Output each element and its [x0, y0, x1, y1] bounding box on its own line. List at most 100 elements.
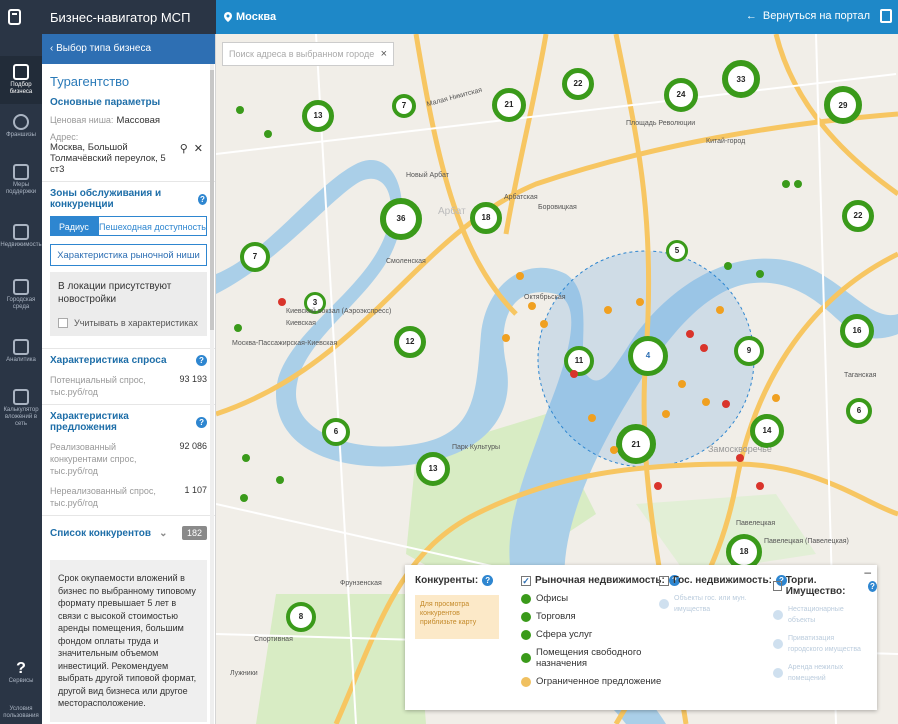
competitor-pin[interactable]: [570, 370, 578, 378]
competitor-pin[interactable]: [678, 380, 686, 388]
competitor-pin[interactable]: [782, 180, 790, 188]
rail-item-city[interactable]: Городская среда: [0, 279, 42, 311]
cluster-marker[interactable]: 13: [302, 100, 334, 132]
supply-realized-label: Реализованный конкурентами спрос, тыс.ру…: [50, 442, 137, 476]
briefcase-icon: [13, 64, 29, 80]
competitor-pin[interactable]: [276, 476, 284, 484]
limited-offer-icon: [521, 676, 531, 687]
tab-walking[interactable]: Пешеходная доступность: [98, 216, 207, 236]
competitor-pin[interactable]: [278, 298, 286, 306]
competitor-pin[interactable]: [588, 414, 596, 422]
rail-item-analytics[interactable]: Аналитика: [0, 339, 42, 364]
competitor-pin[interactable]: [794, 180, 802, 188]
scrollbar-thumb[interactable]: [210, 70, 214, 330]
map-label: Боровицкая: [538, 204, 577, 211]
cluster-marker[interactable]: 24: [664, 78, 698, 112]
competitor-pin[interactable]: [736, 454, 744, 462]
competitor-pin[interactable]: [756, 482, 764, 490]
cluster-marker[interactable]: 11: [564, 346, 594, 376]
cluster-marker[interactable]: 22: [562, 68, 594, 100]
legend-item-free-use: Помещения свободного назначения: [536, 647, 642, 669]
rail-item-business[interactable]: Подбор бизнеса: [0, 56, 42, 104]
cluster-marker[interactable]: 6: [322, 418, 350, 446]
help-icon[interactable]: ?: [867, 580, 877, 592]
document-icon[interactable]: [880, 9, 892, 23]
competitors-list-toggle[interactable]: Список конкурентов ⌄: [50, 528, 167, 539]
rail-terms[interactable]: Условия пользования: [0, 706, 42, 720]
rail-item-franchise[interactable]: Франшизы: [0, 114, 42, 139]
competitor-pin[interactable]: [654, 482, 662, 490]
help-icon[interactable]: ?: [482, 575, 494, 586]
rail-item-help[interactable]: ? Сервисы: [0, 660, 42, 684]
competitor-pin[interactable]: [528, 302, 536, 310]
map-label: Октябрьская: [524, 294, 566, 301]
competitor-pin[interactable]: [236, 106, 244, 114]
cluster-marker[interactable]: 14: [750, 414, 784, 448]
help-icon[interactable]: ?: [196, 355, 207, 366]
city-selector[interactable]: Москва: [216, 11, 276, 23]
competitor-pin[interactable]: [610, 446, 618, 454]
gov-realty-checkbox[interactable]: [659, 575, 669, 586]
new-buildings-checkbox[interactable]: [58, 318, 68, 328]
competitor-pin[interactable]: [662, 410, 670, 418]
office-icon: [521, 593, 531, 604]
competitor-pin[interactable]: [636, 298, 644, 306]
new-buildings-text: В локации присутствуют новостройки: [58, 281, 172, 305]
privatization-icon: [773, 639, 783, 649]
panel-scrollbar[interactable]: [210, 64, 214, 724]
competitor-pin[interactable]: [722, 400, 730, 408]
competitor-pin[interactable]: [724, 262, 732, 270]
competitor-pin[interactable]: [604, 306, 612, 314]
competitor-pin[interactable]: [716, 306, 724, 314]
demand-label: Потенциальный спрос, тыс.руб/год: [50, 375, 146, 397]
competitor-pin[interactable]: [502, 334, 510, 342]
competitor-pin[interactable]: [772, 394, 780, 402]
address-search-input[interactable]: Поиск адреса в выбранном городе ×: [222, 42, 394, 66]
close-icon[interactable]: ✕: [194, 142, 203, 155]
competitor-pin[interactable]: [516, 272, 524, 280]
competitor-pin[interactable]: [540, 320, 548, 328]
cluster-marker[interactable]: 16: [840, 314, 874, 348]
map-label: Новый Арбат: [406, 172, 449, 179]
competitor-pin[interactable]: [686, 330, 694, 338]
location-pin-icon[interactable]: ⚲: [180, 142, 188, 155]
close-icon[interactable]: ×: [381, 48, 387, 60]
rail-item-calculator[interactable]: Калькулятор вложений в сеть: [0, 389, 42, 428]
help-icon[interactable]: ?: [197, 193, 207, 205]
competitor-pin[interactable]: [756, 270, 764, 278]
cluster-marker[interactable]: 6: [846, 398, 872, 424]
auction-checkbox[interactable]: [773, 581, 782, 591]
competitor-pin[interactable]: [242, 454, 250, 462]
cluster-marker[interactable]: 9: [734, 336, 764, 366]
cluster-marker[interactable]: 7: [392, 94, 416, 118]
selected-location-marker[interactable]: 4: [628, 336, 668, 376]
cluster-marker[interactable]: 13: [416, 452, 450, 486]
help-icon[interactable]: ?: [196, 416, 207, 428]
cluster-marker[interactable]: 21: [492, 88, 526, 122]
competitor-pin[interactable]: [702, 398, 710, 406]
cluster-marker[interactable]: 22: [842, 200, 874, 232]
cluster-marker[interactable]: 29: [824, 86, 862, 124]
rail-item-label: Калькулятор вложений в сеть: [3, 407, 39, 427]
market-realty-checkbox[interactable]: ✓: [521, 575, 531, 586]
cluster-marker[interactable]: 18: [470, 202, 502, 234]
cluster-marker[interactable]: 33: [722, 60, 760, 98]
cluster-marker[interactable]: 12: [394, 326, 426, 358]
cluster-marker[interactable]: 5: [666, 240, 688, 262]
market-niche-button[interactable]: Характеристика рыночной ниши: [50, 244, 207, 266]
competitor-pin[interactable]: [240, 494, 248, 502]
competitor-pin[interactable]: [700, 344, 708, 352]
tab-radius[interactable]: Радиус: [50, 216, 98, 236]
competitor-pin[interactable]: [234, 324, 242, 332]
rail-item-realty[interactable]: Недвижимость: [0, 224, 42, 249]
back-to-portal-link[interactable]: ← Вернуться на портал: [746, 10, 870, 22]
cluster-marker[interactable]: 36: [380, 198, 422, 240]
legend-collapse-button[interactable]: –: [864, 565, 871, 579]
rail-item-support[interactable]: Меры поддержки: [0, 164, 42, 196]
back-to-type-link[interactable]: ‹ Выбор типа бизнеса: [42, 34, 215, 64]
competitor-pin[interactable]: [264, 130, 272, 138]
cluster-marker[interactable]: 8: [286, 602, 316, 632]
cluster-marker[interactable]: 21: [616, 424, 656, 464]
cluster-marker[interactable]: 7: [240, 242, 270, 272]
search-placeholder: Поиск адреса в выбранном городе: [229, 49, 375, 59]
